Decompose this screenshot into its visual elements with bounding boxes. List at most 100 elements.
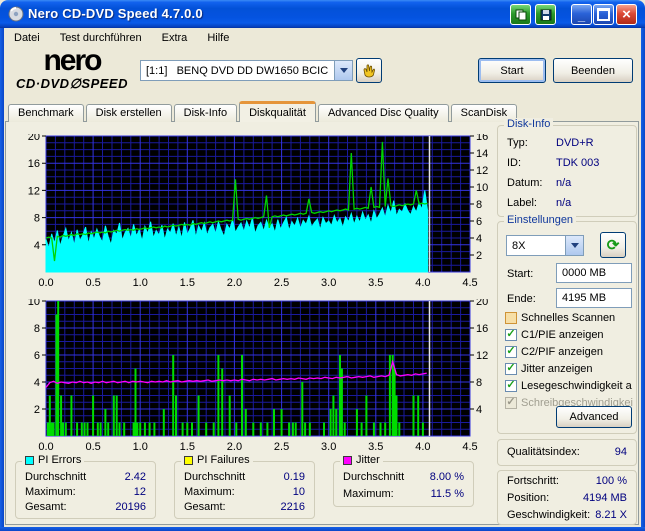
tab-advanced-disc-quality[interactable]: Advanced Disc Quality <box>317 104 449 122</box>
app-window: Nero CD-DVD Speed 4.7.0.0 _ × Datei Test… <box>0 0 645 531</box>
svg-text:8: 8 <box>34 323 40 335</box>
scan-end-input[interactable]: 4195 MB <box>556 288 632 308</box>
checkbox-c1-pie[interactable]: ✓ C1/PIE anzeigen <box>505 327 604 342</box>
save-button[interactable] <box>535 4 556 25</box>
svg-text:4.5: 4.5 <box>462 277 477 288</box>
pi-failures-stats-box: PI Failures Durchschnitt 0.19 Maximum: 10 … <box>174 454 315 519</box>
svg-text:2: 2 <box>476 250 482 262</box>
tab-diskqualitaet[interactable]: Diskqualität <box>239 101 316 122</box>
chevron-down-icon <box>339 68 348 73</box>
maximize-icon <box>597 8 610 21</box>
tab-label: ScanDisk <box>460 107 508 119</box>
stat-value: 11.5 % <box>430 488 464 500</box>
svg-text:10: 10 <box>28 299 40 308</box>
nero-logo: nero CD·DVD∅SPEED <box>12 44 132 91</box>
app-disc-icon <box>8 6 24 22</box>
svg-text:12: 12 <box>476 165 488 177</box>
stat-value: 8.00 % <box>429 471 464 483</box>
refresh-icon: ⟳ <box>606 236 620 254</box>
disk-label-value: n/a <box>556 197 572 209</box>
checkbox-box <box>505 311 517 324</box>
checkbox-lesegeschwindigkeit[interactable]: ✓ Lesegeschwindigkeit a <box>505 378 632 393</box>
menu-hilfe[interactable]: Hilfe <box>207 32 229 44</box>
position-label: Position: <box>507 492 550 504</box>
disk-info-title: Disk-Info <box>504 118 554 130</box>
checkbox-jitter[interactable]: ✓ Jitter anzeigen <box>505 361 593 376</box>
disk-info-group: Disk-Info Typ: DVD+R ID: TDK 003 Datum: n/a… <box>497 118 637 217</box>
scan-start-input[interactable]: 0000 MB <box>556 263 632 283</box>
speed-select[interactable]: 8X <box>506 235 584 256</box>
svg-text:3.5: 3.5 <box>368 441 383 452</box>
tab-benchmark[interactable]: Benchmark <box>8 104 84 122</box>
svg-text:10: 10 <box>476 182 488 194</box>
close-button[interactable]: × <box>616 4 637 25</box>
checkbox-c2-pif[interactable]: ✓ C2/PIF anzeigen <box>505 344 603 359</box>
refresh-button[interactable]: ⟳ <box>600 232 626 258</box>
stat-value: 20196 <box>115 501 146 513</box>
svg-text:2: 2 <box>34 404 40 416</box>
checkbox-label: C2/PIF anzeigen <box>521 345 603 358</box>
checkbox-box: ✓ <box>505 396 517 409</box>
stat-value: 2216 <box>280 501 305 513</box>
menu-test-durchfuehren[interactable]: Test durchführen <box>60 32 142 44</box>
speed-select-dropdown-button[interactable] <box>565 236 583 255</box>
drive-select-dropdown-button[interactable] <box>334 61 352 80</box>
minimize-button[interactable]: _ <box>571 4 592 25</box>
disk-label-label: Label: <box>507 197 537 209</box>
svg-text:12: 12 <box>476 350 488 362</box>
stat-label: Maximum: <box>184 486 235 498</box>
settings-title: Einstellungen <box>504 214 577 226</box>
window-border-right <box>641 28 645 531</box>
svg-text:8: 8 <box>476 377 482 389</box>
svg-text:2.5: 2.5 <box>274 441 289 452</box>
menu-extra[interactable]: Extra <box>162 32 188 44</box>
tab-disk-info[interactable]: Disk-Info <box>173 104 238 122</box>
stat-value: 10 <box>292 486 305 498</box>
advanced-button[interactable]: Advanced <box>556 406 632 428</box>
maximize-button[interactable] <box>593 4 614 25</box>
cd-dvd-speed-logo: CD·DVD∅SPEED <box>16 76 128 91</box>
svg-text:14: 14 <box>476 148 488 160</box>
svg-text:4.0: 4.0 <box>415 277 430 288</box>
disk-date-value: n/a <box>556 177 572 189</box>
svg-text:4: 4 <box>476 233 482 245</box>
copy-button[interactable] <box>510 4 531 25</box>
svg-text:0.0: 0.0 <box>38 441 53 452</box>
tab-label: Disk erstellen <box>95 107 162 119</box>
svg-text:3.5: 3.5 <box>368 277 383 288</box>
tab-strip: Benchmark Disk erstellen Disk-Info Diskq… <box>8 101 519 122</box>
scan-start-label: Start: <box>507 268 534 280</box>
quality-index-value: 94 <box>614 446 627 458</box>
svg-text:12: 12 <box>28 185 40 197</box>
svg-text:6: 6 <box>476 216 482 228</box>
progress-box: Fortschritt: 100 % Position: 4194 MB Gesch… <box>497 470 637 525</box>
pi-errors-legend-swatch <box>25 455 34 465</box>
scan-start-value: 0000 MB <box>562 267 607 279</box>
title-bar[interactable]: Nero CD-DVD Speed 4.7.0.0 _ × <box>0 0 645 28</box>
close-icon: × <box>622 6 631 23</box>
disk-info-row: ID: TDK 003 <box>498 157 636 169</box>
stat-label: Gesamt: <box>25 501 67 513</box>
tab-disk-erstellen[interactable]: Disk erstellen <box>85 104 172 122</box>
checkbox-schnelles-scannen[interactable]: Schnelles Scannen <box>505 310 615 325</box>
disk-info-row: Typ: DVD+R <box>498 137 636 149</box>
pi-errors-stats-title: PI Errors <box>38 454 82 466</box>
start-button[interactable]: Start <box>478 58 546 83</box>
checkbox-box: ✓ <box>505 379 517 392</box>
disk-info-row: Label: n/a <box>498 197 636 209</box>
menu-datei[interactable]: Datei <box>14 32 40 44</box>
svg-text:2.0: 2.0 <box>227 277 242 288</box>
nero-logo-wordmark: nero <box>43 44 102 77</box>
drive-select[interactable]: [1:1] BENQ DVD DD DW1650 BCIC <box>140 60 353 81</box>
checkbox-label: Lesegeschwindigkeit a <box>521 379 632 392</box>
stat-label: Maximum: <box>343 488 394 500</box>
settings-group: Einstellungen 8X ⟳ Start: 0000 MB Ende: … <box>497 214 637 434</box>
eject-tray-button[interactable] <box>356 58 382 83</box>
svg-text:1.0: 1.0 <box>133 277 148 288</box>
disk-id-label: ID: <box>507 157 522 169</box>
speed-select-value: 8X <box>512 239 526 252</box>
svg-text:4: 4 <box>34 377 40 389</box>
stat-label: Durchschnitt <box>184 471 246 483</box>
quit-button[interactable]: Beenden <box>553 58 633 83</box>
speed-value: 8.21 X <box>595 509 627 521</box>
